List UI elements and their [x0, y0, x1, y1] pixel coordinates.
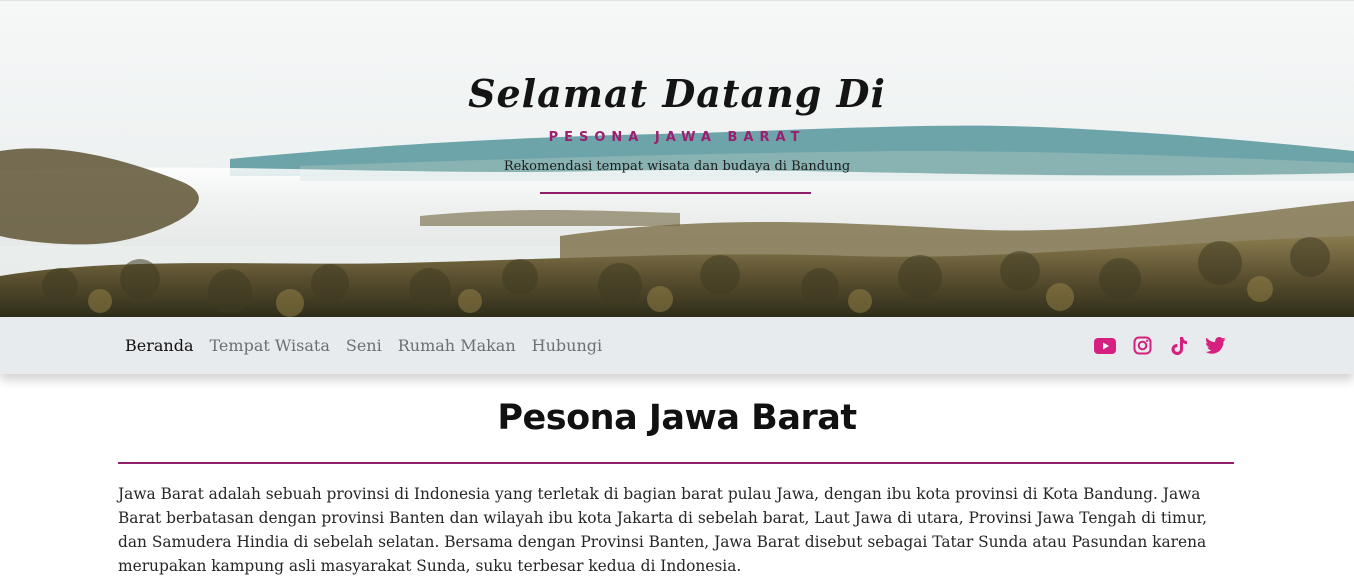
- intro-paragraph: Jawa Barat adalah sebuah provinsi di Ind…: [118, 485, 1208, 575]
- youtube-icon[interactable]: [1094, 335, 1116, 357]
- social-links: [1079, 317, 1227, 374]
- hero-title: Selamat Datang Di: [468, 71, 886, 116]
- nav-links: Beranda Tempat Wisata Seni Rumah Makan H…: [125, 317, 618, 374]
- section-divider: [118, 462, 1234, 464]
- hero-text-block: Selamat Datang Di PESONA JAWA BARAT Reko…: [0, 1, 1354, 317]
- nav-link-seni[interactable]: Seni: [346, 336, 382, 355]
- nav-link-tempat-wisata[interactable]: Tempat Wisata: [210, 336, 330, 355]
- nav-link-beranda[interactable]: Beranda: [125, 336, 194, 355]
- nav-link-rumah-makan[interactable]: Rumah Makan: [398, 336, 516, 355]
- twitter-icon[interactable]: [1205, 335, 1227, 357]
- hero-banner: Selamat Datang Di PESONA JAWA BARAT Reko…: [0, 0, 1354, 317]
- instagram-icon[interactable]: [1131, 335, 1153, 357]
- nav-link-hubungi[interactable]: Hubungi: [532, 336, 602, 355]
- hero-tagline: Rekomendasi tempat wisata dan budaya di …: [503, 159, 851, 174]
- tiktok-icon[interactable]: [1168, 335, 1190, 357]
- hero-subtitle: PESONA JAWA BARAT: [548, 130, 806, 145]
- section-title: Pesona Jawa Barat: [497, 398, 857, 438]
- hero-divider: [540, 192, 811, 194]
- main-navbar: Beranda Tempat Wisata Seni Rumah Makan H…: [0, 317, 1354, 374]
